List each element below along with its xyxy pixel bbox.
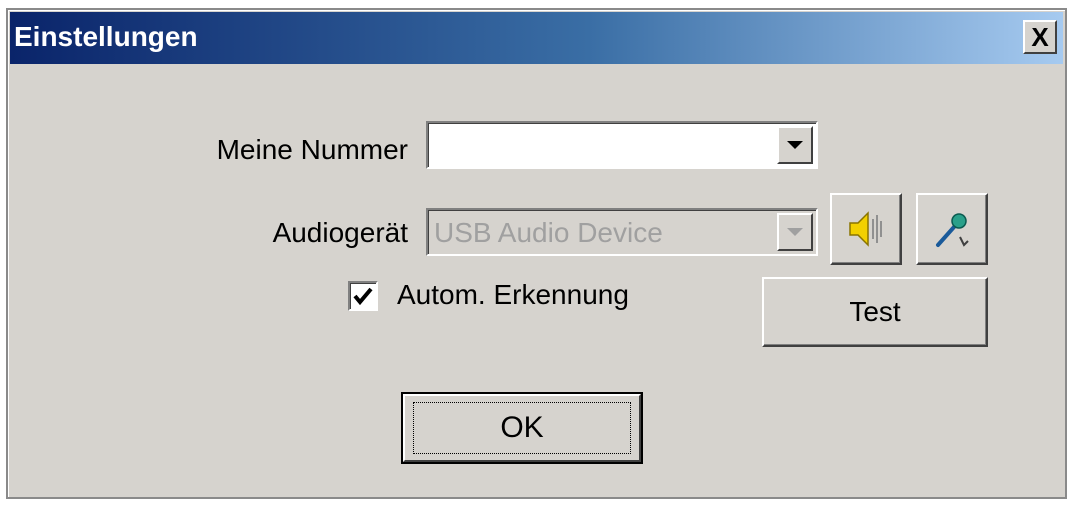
- microphone-button[interactable]: [916, 193, 988, 265]
- auto-detect-checkbox[interactable]: [348, 281, 378, 311]
- close-button[interactable]: X: [1023, 20, 1057, 54]
- chevron-down-icon: [787, 141, 803, 149]
- audio-device-combobox[interactable]: USB Audio Device: [426, 208, 818, 256]
- audio-label: Audiogerät: [272, 217, 408, 248]
- title-bar[interactable]: Einstellungen X: [10, 12, 1063, 64]
- ok-button-label: OK: [413, 402, 631, 454]
- number-dropdown-button[interactable]: [777, 126, 813, 164]
- close-icon: X: [1031, 22, 1049, 52]
- ok-button[interactable]: OK: [401, 392, 643, 464]
- speaker-icon: [849, 211, 882, 247]
- microphone-icon: [936, 213, 969, 247]
- audio-dropdown-button[interactable]: [777, 213, 813, 251]
- speaker-button[interactable]: [830, 193, 902, 265]
- test-button-label: Test: [849, 296, 901, 327]
- window-title: Einstellungen: [14, 21, 198, 52]
- auto-detect-label[interactable]: Autom. Erkennung: [397, 279, 629, 311]
- audio-device-value: USB Audio Device: [434, 217, 663, 248]
- chevron-down-icon: [787, 228, 803, 236]
- check-icon: [353, 287, 373, 306]
- number-combobox[interactable]: [426, 121, 818, 169]
- test-button[interactable]: Test: [762, 277, 988, 347]
- number-label: Meine Nummer: [216, 134, 408, 165]
